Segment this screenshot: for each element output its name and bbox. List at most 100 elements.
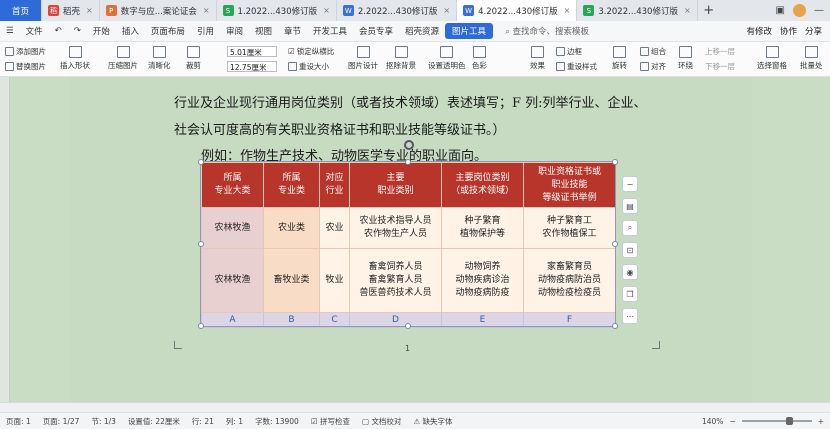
menu-right-item[interactable]: 分享: [805, 25, 822, 37]
effect-button[interactable]: 效果: [530, 46, 545, 71]
resize-handle-br[interactable]: [612, 323, 618, 329]
layout-icon[interactable]: ▣: [776, 5, 785, 16]
menu-item[interactable]: 开发工具: [307, 25, 353, 37]
lock-ratio-checkbox[interactable]: ☑ 锁定纵横比: [288, 46, 334, 57]
resize-handle-t[interactable]: [405, 159, 411, 165]
replace-picture-button[interactable]: 替换图片: [5, 61, 46, 72]
color-button[interactable]: 色彩: [472, 46, 487, 71]
tab-label: 首页: [11, 6, 29, 17]
crop-button[interactable]: 裁剪: [186, 46, 201, 71]
zoom-in-icon[interactable]: +: [818, 417, 824, 426]
down-layer-label: 下移一层: [705, 62, 735, 71]
resize-handle-b[interactable]: [405, 323, 411, 329]
status-wordcount[interactable]: 字数: 13900: [249, 416, 305, 427]
status-pages[interactable]: 页面: 1/27: [37, 416, 86, 427]
copy-icon[interactable]: ❐: [622, 286, 638, 302]
select-pane-button[interactable]: 选择窗格: [757, 46, 787, 71]
tab-3[interactable]: S 1.2022...430修订版 ×: [217, 0, 337, 21]
wrap-button[interactable]: 环绕: [678, 46, 693, 71]
close-icon[interactable]: ×: [443, 6, 450, 15]
menu-item[interactable]: 插入: [116, 25, 145, 37]
combine-icon: [640, 47, 649, 56]
pic-design-button[interactable]: 图片设计: [348, 46, 378, 71]
tab-6[interactable]: S 3.2022...430修订版 ×: [577, 0, 698, 21]
tab-0[interactable]: 首页: [0, 0, 42, 21]
cell-line: 畜禽饲养人员: [368, 262, 423, 272]
clarify-icon: [152, 46, 166, 58]
close-icon[interactable]: ×: [564, 6, 571, 15]
table-cell: 农业: [319, 207, 350, 249]
zoom-out-icon[interactable]: −: [729, 417, 735, 426]
avatar[interactable]: [793, 4, 806, 17]
menu-item[interactable]: 稻壳资源: [399, 25, 445, 37]
select-pane-label: 选择窗格: [757, 61, 787, 70]
up-layer-button[interactable]: 上移一层: [705, 46, 735, 57]
resize-handle-tr[interactable]: [612, 159, 618, 165]
undo-icon[interactable]: ↶: [49, 26, 68, 36]
insert-shape-button[interactable]: 插入形状: [60, 46, 90, 71]
table-picture[interactable]: 所属 专业大类 所属 专业类 对应 行业 主要 职业类别 主要岗位类别 （或技术领域） 职业资格证书…: [200, 161, 616, 328]
resize-handle-bl[interactable]: [198, 323, 204, 329]
proof-button[interactable]: ▢ 文档校对: [356, 416, 407, 427]
rotate-handle[interactable]: [404, 140, 414, 150]
clarify-button[interactable]: 清晰化: [148, 46, 171, 71]
resize-handle-l[interactable]: [198, 241, 204, 247]
minus-icon[interactable]: −: [622, 176, 638, 192]
add-picture-button[interactable]: 添加图片: [5, 46, 46, 57]
new-tab-button[interactable]: +: [698, 0, 720, 21]
menu-right-item[interactable]: 协作: [780, 25, 797, 37]
resize-handle-r[interactable]: [612, 241, 618, 247]
rotate-button[interactable]: 旋转: [612, 46, 627, 71]
transparent-button[interactable]: 设置透明色: [428, 46, 466, 71]
menu-item[interactable]: 引用: [191, 25, 220, 37]
tab-4[interactable]: W 2.2022...430修订版 ×: [337, 0, 458, 21]
search-command[interactable]: ⌕ 查找命令、搜索模板: [505, 25, 589, 37]
table-cell: 种子繁育 植物保护等: [441, 207, 524, 249]
align-button[interactable]: 对齐: [640, 61, 666, 72]
tab-2[interactable]: P 数字与应...案论证会 ×: [100, 0, 217, 21]
tab-picture-tool[interactable]: 图片工具: [445, 23, 494, 39]
more-icon[interactable]: ⋯: [622, 308, 638, 324]
layout-icon[interactable]: ▤: [622, 198, 638, 214]
tab-5[interactable]: W 4.2022...430修订版 ×: [457, 0, 578, 21]
tab-1[interactable]: 稻稻壳 ×: [42, 0, 100, 21]
close-icon[interactable]: ×: [86, 6, 93, 15]
hamburger-icon[interactable]: ☰: [0, 26, 20, 36]
menu-item[interactable]: 视图: [249, 25, 278, 37]
menu-item[interactable]: 章节: [278, 25, 307, 37]
close-icon[interactable]: ×: [323, 6, 330, 15]
height-field[interactable]: 12.75厘米: [227, 61, 277, 72]
resize-handle-tl[interactable]: [198, 159, 204, 165]
cutout-button[interactable]: 抠除背景: [386, 46, 416, 71]
combine-button[interactable]: 组合: [640, 46, 666, 57]
minimize-icon[interactable]: —: [814, 5, 824, 16]
menu-item[interactable]: 开始: [87, 25, 116, 37]
bulb-icon[interactable]: ◉: [622, 264, 638, 280]
menu-file[interactable]: 文件: [20, 25, 49, 37]
close-icon[interactable]: ×: [203, 6, 210, 15]
combine-label: 组合: [651, 47, 666, 56]
width-field[interactable]: 5.01厘米: [227, 46, 277, 57]
menu-right-item[interactable]: 有修改: [746, 25, 772, 37]
reset-style-button[interactable]: 重设样式: [556, 61, 597, 72]
menu-item[interactable]: 审阅: [220, 25, 249, 37]
status-col: 列: 1: [225, 416, 244, 426]
zoom-icon[interactable]: ⌕: [622, 220, 638, 236]
border-button[interactable]: 边框: [556, 46, 582, 57]
close-icon[interactable]: ×: [684, 6, 691, 15]
zoom-knob[interactable]: [785, 417, 793, 425]
cell-line: 动物疫病防治员: [537, 275, 601, 285]
zoom-slider[interactable]: [741, 417, 812, 425]
reset-size-button[interactable]: 重设大小: [288, 61, 329, 72]
table-cell: 畜牧业类: [263, 248, 320, 313]
font-missing-button[interactable]: ⚠ 缺失字体: [407, 416, 458, 427]
batch-button[interactable]: 批量处: [800, 46, 823, 71]
spell-check-button[interactable]: ☑ 拼写检查: [305, 416, 356, 427]
menu-item[interactable]: 会员专享: [353, 25, 399, 37]
down-layer-button[interactable]: 下移一层: [705, 61, 735, 72]
crop-icon[interactable]: ⊡: [622, 242, 638, 258]
zoom-level[interactable]: 140%: [702, 417, 723, 426]
menu-item[interactable]: 页面布局: [145, 25, 191, 37]
redo-icon[interactable]: ↷: [68, 26, 87, 36]
compress-button[interactable]: 压缩图片: [108, 46, 138, 71]
